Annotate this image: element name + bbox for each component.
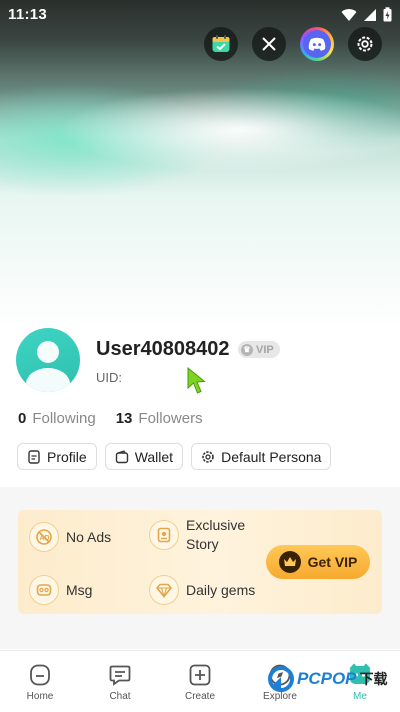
avatar-person-icon [26,341,70,392]
nav-chat-label: Chat [109,691,131,702]
watermark-cn: 下载 [359,671,388,687]
avatar[interactable] [16,328,80,392]
no-ads-icon: AD [29,522,59,552]
wallet-icon [115,449,128,463]
status-time: 11:13 [8,6,48,23]
status-icons [341,7,392,22]
discord-icon [308,37,326,51]
svg-text:AD: AD [40,535,50,542]
top-actions [204,27,382,61]
pcpop-logo-icon [268,666,294,692]
profile-button[interactable]: Profile [17,443,97,470]
x-icon [262,37,276,51]
default-persona-label: Default Persona [221,448,322,465]
pcpop-watermark: PCPOP 下载 [268,666,388,692]
status-bar: 11:13 [0,0,400,30]
gem-icon [149,575,179,605]
settings-button[interactable] [348,27,382,61]
gear-icon [202,450,214,463]
checkin-calendar-button[interactable] [204,27,238,61]
default-persona-button[interactable]: Default Persona [191,443,332,470]
calendar-check-icon [212,35,230,52]
settings-icon [357,36,373,52]
profile-actions: Profile Wallet Default Persona [17,443,332,470]
vip-crown-icon: ♛ [241,343,253,356]
battery-icon [383,7,392,22]
home-icon [30,664,50,686]
followers-label[interactable]: Followers [138,410,202,427]
vip-badge-label: VIP [256,343,274,356]
followers-count[interactable]: 13 [116,410,133,427]
get-vip-label: Get VIP [307,554,358,570]
cursor-arrow-icon [187,366,206,394]
discord-button[interactable] [300,27,334,61]
nav-create[interactable]: Create [160,651,240,712]
nav-explore-label: Explore [263,691,297,702]
following-label[interactable]: Following [32,410,95,427]
message-icon [29,575,59,605]
document-icon [28,449,40,464]
nav-create-label: Create [184,691,215,702]
wallet-button-label: Wallet [134,448,174,465]
benefit-msg: Msg [29,575,92,605]
vip-badge[interactable]: ♛ VIP [238,341,280,358]
nav-chat[interactable]: Chat [80,651,160,712]
benefit-daily-gems: Daily gems [149,575,255,605]
nav-home[interactable]: Home [0,651,80,712]
benefit-no-ads-label: No Ads [66,529,112,545]
watermark-brand: PCPOP [297,669,357,688]
create-icon [189,664,211,686]
nav-home-label: Home [26,691,54,702]
nav-me-label: Me [353,691,367,702]
uid-label: UID: [96,370,122,385]
benefit-daily-gems-label: Daily gems [186,582,256,598]
chat-icon [109,665,131,686]
benefit-msg-label: Msg [66,582,93,598]
get-vip-button[interactable]: Get VIP [266,545,370,579]
wifi-icon [341,8,357,21]
vip-benefits-card[interactable]: AD No Ads Exclusive Story Msg Daily gems… [18,510,382,614]
x-social-button[interactable] [252,27,286,61]
follow-stats: 0 Following 13 Followers [18,410,203,427]
signal-icon [364,8,376,21]
profile-button-label: Profile [47,448,87,465]
following-count[interactable]: 0 [18,410,26,427]
benefit-exclusive-story: Exclusive Story [149,516,245,554]
story-icon [149,520,179,550]
wallet-button[interactable]: Wallet [104,443,184,470]
username: User40808402 [96,338,230,360]
benefit-exclusive-story-label: Exclusive Story [186,517,246,552]
crown-icon [278,551,301,573]
benefit-no-ads: AD No Ads [29,522,111,552]
